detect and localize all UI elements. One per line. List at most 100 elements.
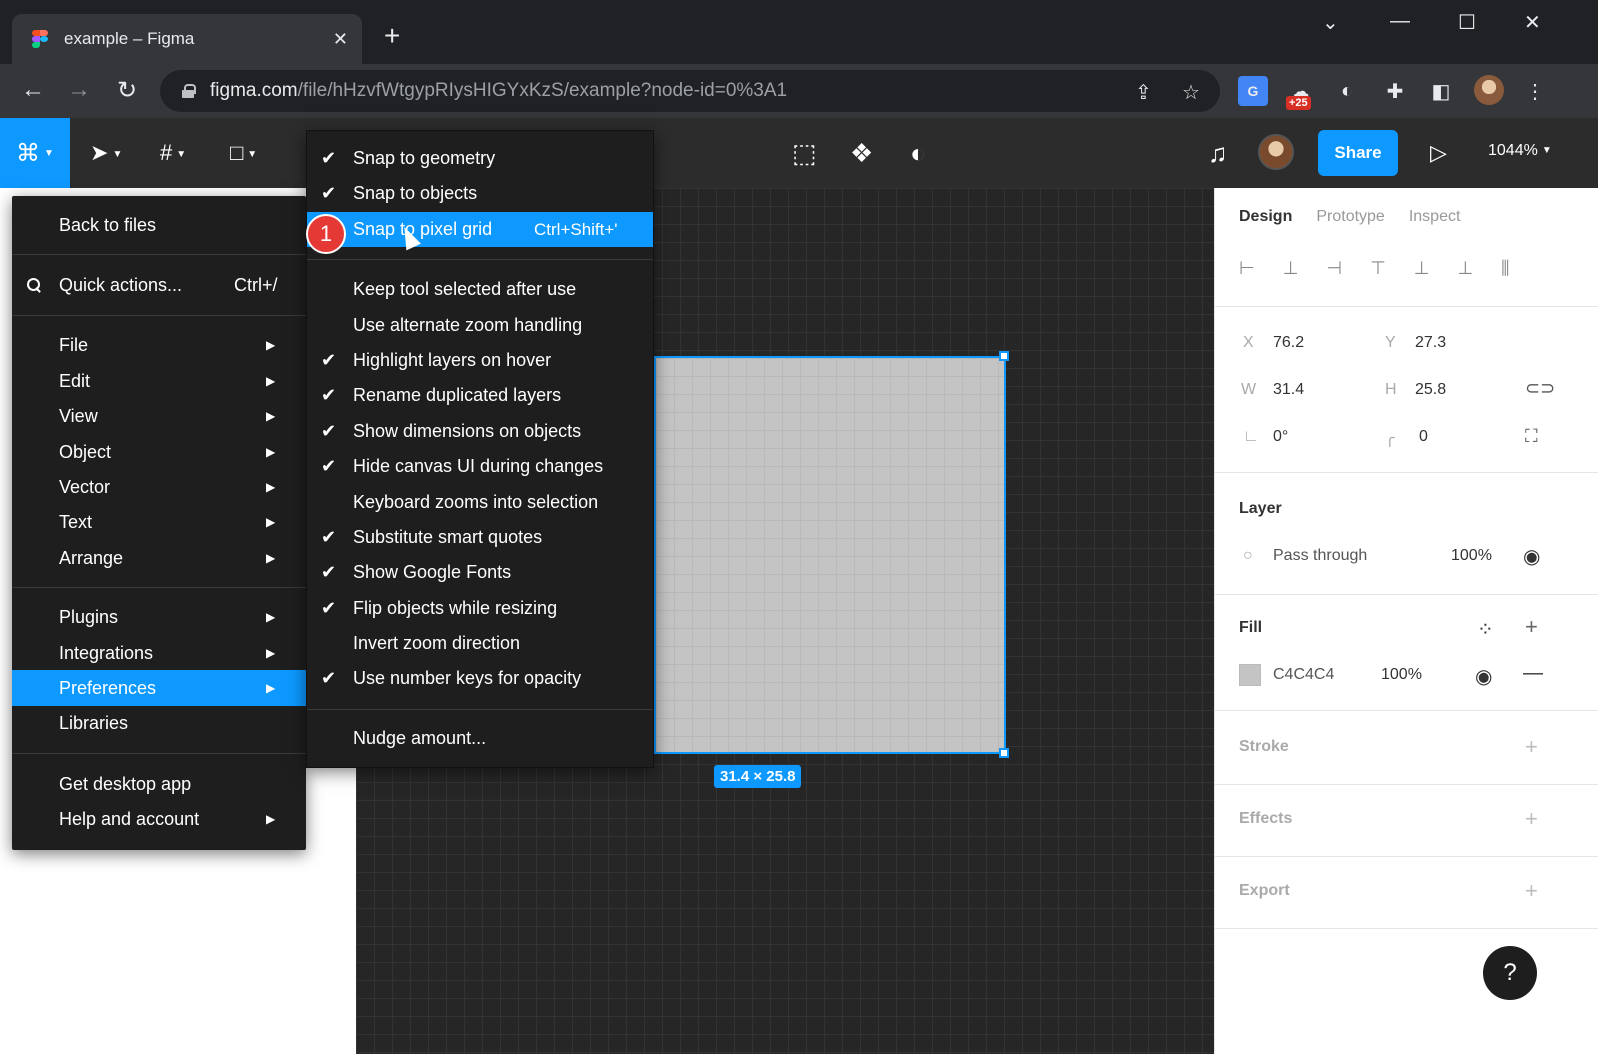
styles-grid-icon[interactable]: ⁘ [1477, 617, 1494, 642]
share-button[interactable]: Share [1318, 130, 1398, 176]
pref-item[interactable]: ✔ Highlight layers on hover [307, 343, 653, 378]
menu-arrange[interactable]: Arrange ▶ [12, 540, 306, 576]
menu-text[interactable]: Text ▶ [12, 504, 306, 540]
add-fill-icon[interactable]: + [1525, 614, 1538, 640]
side-panel-icon[interactable]: ◧ [1426, 76, 1456, 106]
tab-prototype[interactable]: Prototype [1316, 208, 1384, 226]
zoom-dropdown[interactable]: 1044% ▼ [1488, 142, 1552, 160]
menu-object[interactable]: Object ▶ [12, 434, 306, 470]
fill-hex-input[interactable]: C4C4C4 [1273, 666, 1334, 684]
pref-item[interactable]: ✔ Snap to objects [307, 176, 653, 211]
tab-close-icon[interactable]: ✕ [333, 29, 348, 50]
bookmark-star-icon[interactable]: ☆ [1182, 80, 1200, 105]
fill-opacity-input[interactable]: 100% [1381, 666, 1422, 684]
menu-integrations[interactable]: Integrations ▶ [12, 635, 306, 671]
menu-vector[interactable]: Vector ▶ [12, 469, 306, 505]
pref-item[interactable]: Use alternate zoom handling [307, 308, 653, 343]
move-tool[interactable]: ➤ ▼ [90, 140, 122, 166]
menu-desktop-app[interactable]: Get desktop app [12, 766, 306, 802]
tab-inspect[interactable]: Inspect [1409, 208, 1461, 226]
fill-eye-icon[interactable]: ◉ [1475, 664, 1492, 689]
pref-item[interactable]: ✔ Show Google Fonts [307, 555, 653, 590]
pref-item[interactable]: Nudge amount... [307, 721, 653, 756]
remove-fill-icon[interactable]: — [1523, 662, 1543, 685]
forward-icon[interactable]: → [64, 76, 94, 104]
selected-rectangle[interactable] [654, 356, 1006, 754]
independent-corners-icon[interactable]: ⛶ [1525, 426, 1538, 447]
pref-item[interactable]: Keep tool selected after use [307, 272, 653, 307]
audio-headphones-icon[interactable]: ♫ [1208, 138, 1228, 169]
maximize-icon[interactable]: ☐ [1458, 10, 1476, 35]
browser-menu-icon[interactable]: ⋮ [1520, 76, 1550, 106]
edit-object-icon[interactable]: ⬚ [792, 138, 817, 169]
mask-contrast-icon[interactable]: ◐ [910, 138, 926, 169]
step-badge: 1 [306, 214, 346, 254]
menu-libraries[interactable]: Libraries [12, 705, 306, 741]
fill-swatch[interactable] [1239, 664, 1261, 686]
tab-design[interactable]: Design [1239, 208, 1292, 226]
menu-help-account[interactable]: Help and account ▶ [12, 801, 306, 837]
extensions-puzzle-icon[interactable]: ✚ [1380, 76, 1410, 106]
browser-tab[interactable]: example – Figma ✕ [12, 14, 362, 64]
resize-handle[interactable] [999, 748, 1009, 758]
check-icon: ✔ [321, 598, 337, 618]
pref-item[interactable]: ✔ Use number keys for opacity [307, 661, 653, 696]
pref-item[interactable]: ✔ Snap to geometry [307, 141, 653, 176]
pref-item-highlighted[interactable]: Snap to pixel grid Ctrl+Shift+' [307, 212, 653, 247]
menu-edit[interactable]: Edit ▶ [12, 363, 306, 399]
rotation-input[interactable]: 0° [1273, 428, 1288, 446]
user-avatar[interactable] [1258, 134, 1294, 170]
pref-item[interactable]: ✔ Rename duplicated layers [307, 378, 653, 413]
menu-plugins[interactable]: Plugins ▶ [12, 599, 306, 635]
shape-tool[interactable]: □ ▼ [230, 140, 257, 166]
present-play-icon[interactable]: ▷ [1430, 140, 1447, 166]
menu-file[interactable]: File ▶ [12, 327, 306, 363]
pref-item[interactable]: ✔ Hide canvas UI during changes [307, 449, 653, 484]
add-effect-icon[interactable]: + [1525, 806, 1538, 832]
h-input[interactable]: 25.8 [1415, 381, 1446, 399]
reload-icon[interactable]: ↻ [112, 76, 142, 105]
resize-handle[interactable] [999, 351, 1009, 361]
pref-item[interactable]: Invert zoom direction [307, 626, 653, 661]
minimize-icon[interactable]: — [1390, 10, 1410, 33]
add-stroke-icon[interactable]: + [1525, 734, 1538, 760]
align-top-icon[interactable]: ⊤ [1370, 258, 1386, 279]
translate-extension-icon[interactable]: G [1238, 76, 1268, 106]
menu-preferences[interactable]: Preferences ▶ [12, 670, 306, 706]
x-input[interactable]: 76.2 [1273, 334, 1304, 352]
distribute-icon[interactable]: ⫼ [1501, 258, 1509, 279]
pref-item[interactable]: ✔ Show dimensions on objects [307, 414, 653, 449]
share-page-icon[interactable]: ⇪ [1135, 80, 1152, 105]
menu-quick-actions[interactable]: Quick actions... Ctrl+/ [12, 267, 306, 303]
align-left-icon[interactable]: ⊢ [1239, 258, 1255, 279]
eye-icon[interactable]: ◉ [1523, 544, 1540, 569]
new-tab-icon[interactable]: + [384, 22, 400, 50]
blend-mode-dropdown[interactable]: Pass through [1273, 547, 1367, 565]
menu-view[interactable]: View ▶ [12, 398, 306, 434]
align-bottom-icon[interactable]: ⊥ [1457, 258, 1473, 279]
align-center-h-icon[interactable]: ⊥ [1283, 258, 1299, 279]
constrain-proportions-icon[interactable]: ⊂⊃ [1525, 378, 1555, 399]
lightbulb-extension-icon[interactable]: ◐ [1332, 76, 1362, 106]
back-icon[interactable]: ← [18, 76, 48, 104]
w-input[interactable]: 31.4 [1273, 381, 1304, 399]
align-middle-v-icon[interactable]: ⊥ [1414, 258, 1430, 279]
y-input[interactable]: 27.3 [1415, 334, 1446, 352]
add-export-icon[interactable]: + [1525, 878, 1538, 904]
tab-search-icon[interactable]: ⌄ [1322, 10, 1339, 35]
pref-item[interactable]: ✔ Flip objects while resizing [307, 591, 653, 626]
help-button[interactable]: ? [1483, 946, 1537, 1000]
menu-back-to-files[interactable]: Back to files [12, 207, 306, 243]
align-right-icon[interactable]: ⊣ [1326, 258, 1342, 279]
radius-input[interactable]: 0 [1419, 428, 1428, 446]
layer-opacity-input[interactable]: 100% [1451, 547, 1492, 565]
url-bar[interactable]: figma.com/file/hHzvfWtgypRIysHIGYxKzS/ex… [160, 70, 1220, 112]
close-window-icon[interactable]: ✕ [1524, 10, 1541, 35]
main-menu-button[interactable]: ⌘ ▼ [0, 118, 70, 188]
rectangle-icon: □ [230, 140, 244, 165]
pref-item[interactable]: Keyboard zooms into selection [307, 485, 653, 520]
frame-tool[interactable]: # ▼ [160, 140, 186, 166]
profile-avatar[interactable] [1474, 75, 1504, 105]
component-icon[interactable]: ❖ [850, 138, 873, 169]
pref-item[interactable]: ✔ Substitute smart quotes [307, 520, 653, 555]
